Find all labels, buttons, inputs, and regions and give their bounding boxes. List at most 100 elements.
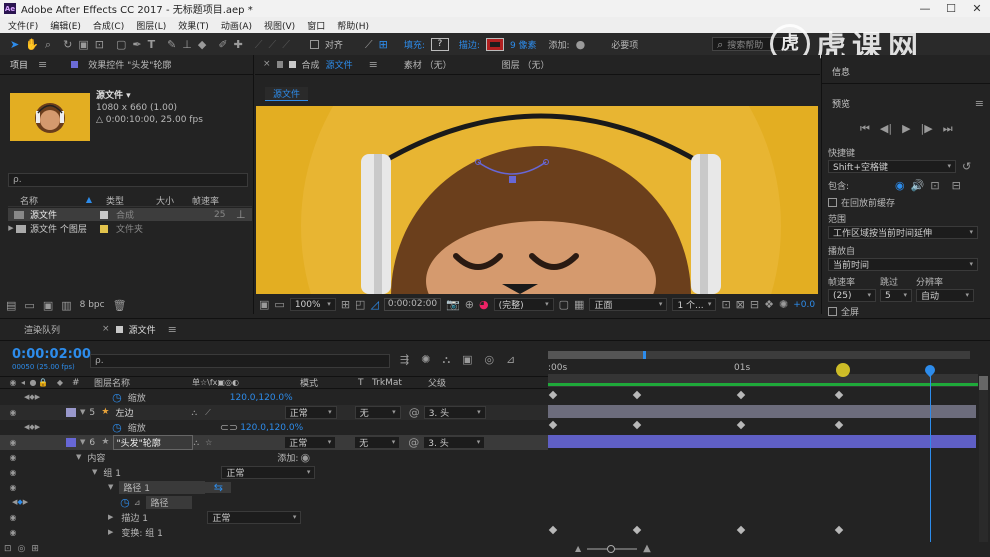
expand-arrow-icon[interactable]: ▼ xyxy=(92,469,97,476)
parent-dropdown[interactable]: 3. 头 ▾ xyxy=(423,406,486,419)
group-label[interactable]: 路径 1 xyxy=(119,481,206,494)
cache-checkbox[interactable] xyxy=(828,198,837,207)
stopwatch-icon[interactable]: ◷ xyxy=(112,422,122,433)
comp-viewer[interactable] xyxy=(256,106,818,294)
stopwatch-icon[interactable]: ◷ xyxy=(120,497,130,508)
comp-tab[interactable]: 源文件 xyxy=(326,58,353,71)
eraser-tool-icon[interactable]: ◆ xyxy=(198,39,206,50)
exposure-value[interactable]: +0.0 xyxy=(793,300,815,310)
menu-file[interactable]: 文件(F) xyxy=(8,19,38,32)
add-label[interactable]: 添加: xyxy=(549,38,570,51)
layer-switches-toggle-icon[interactable]: ⊡ xyxy=(4,544,12,554)
keyframe[interactable] xyxy=(736,390,746,400)
property-row[interactable]: ◀ ◆ ▶ ◷ ⊿ 路径 xyxy=(0,495,548,510)
timeline-timecode[interactable]: 0:00:02:00 xyxy=(12,348,91,361)
grid-icon[interactable]: ⊞ xyxy=(341,299,350,310)
group-row[interactable]: ◉ ▶ 变换: 组 1 xyxy=(0,525,548,540)
clone-stamp-tool-icon[interactable]: ⊥ xyxy=(182,39,192,50)
solo-toggle-icon[interactable]: ● xyxy=(28,378,38,387)
panel-menu-icon[interactable]: ≡ xyxy=(38,59,47,70)
keyframe[interactable] xyxy=(632,525,642,535)
include-audio-icon[interactable]: 🔊 xyxy=(911,180,925,191)
stroke-swatch[interactable] xyxy=(485,37,504,51)
brush-tool-icon[interactable]: ✎ xyxy=(167,39,176,50)
puppet-pin-tool-icon[interactable]: ✚ xyxy=(234,39,243,50)
stroke-width[interactable]: 9 像素 xyxy=(510,38,537,51)
expand-arrow-icon[interactable]: ▼ xyxy=(108,484,113,491)
close-icon[interactable]: ✕ xyxy=(964,3,990,14)
expand-arrow-icon[interactable]: ▶ xyxy=(108,529,113,536)
preview-panel-title[interactable]: 预览 xyxy=(832,97,850,110)
interpret-footage-icon[interactable]: ▤ xyxy=(6,300,16,311)
close-tab-icon[interactable]: × xyxy=(102,325,110,334)
zoom-in-mountain-icon[interactable]: ▲ xyxy=(643,544,651,554)
keyframe[interactable] xyxy=(632,420,642,430)
project-row[interactable]: ▶ 源文件 个图层 文件夹 xyxy=(8,222,252,235)
project-row[interactable]: 源文件 合成 25 ⊥ xyxy=(8,208,252,221)
group-row[interactable]: ◉ ▶ 描边 1 正常 ▾ xyxy=(0,510,548,525)
view-dropdown[interactable]: 正面 ▾ xyxy=(589,298,668,311)
zoom-dropdown[interactable]: 100% ▾ xyxy=(289,298,336,311)
keyframe[interactable] xyxy=(548,390,558,400)
graph-editor-icon[interactable]: ⊿ xyxy=(506,354,515,365)
menu-view[interactable]: 视图(V) xyxy=(264,19,295,32)
keyframe[interactable] xyxy=(548,420,558,430)
close-tab-icon[interactable]: × xyxy=(263,60,271,69)
roto-brush-tool-icon[interactable]: ✐ xyxy=(218,39,227,50)
stroke-label[interactable]: 描边: xyxy=(459,38,480,51)
scrollbar-thumb[interactable] xyxy=(979,376,988,390)
shortcut-dropdown[interactable]: Shift+空格键 ▾ xyxy=(828,160,956,173)
layer-row[interactable]: ◉ ▼ 5 ★ 左边 ⛬ ⟋ 正常 ▾ 无 ▾ @ 3. 头 ▾ xyxy=(0,405,548,420)
monitor-icon[interactable]: ▭ xyxy=(274,299,284,310)
search-help-box[interactable]: ⌕ 搜索帮助 xyxy=(712,37,797,51)
last-frame-icon[interactable]: ⏭ xyxy=(943,123,953,134)
menu-window[interactable]: 窗口 xyxy=(307,19,325,32)
fast-preview-icon[interactable]: ⊠ xyxy=(736,299,745,310)
menu-composition[interactable]: 合成(C) xyxy=(93,19,124,32)
align-checkbox-icon[interactable] xyxy=(309,39,319,49)
keyframe[interactable] xyxy=(834,390,844,400)
layer-name[interactable]: "头发"轮廓 xyxy=(113,435,194,450)
parent-pickwhip-icon[interactable]: @ xyxy=(409,407,420,418)
safe-zones-icon[interactable]: ◰ xyxy=(355,299,365,310)
zoom-tool-icon[interactable]: ⌕ xyxy=(45,39,51,50)
zoom-slider-handle[interactable] xyxy=(607,545,616,553)
snap-grid-icon[interactable]: ⊞ xyxy=(379,39,388,50)
footage-tab[interactable]: 素材 （无） xyxy=(404,58,452,71)
channel-icon[interactable]: ◕ xyxy=(479,299,489,310)
group-row[interactable]: ◉ ▼ 内容 添加: ◉ xyxy=(0,450,548,465)
layer-name-column[interactable]: 图层名称 xyxy=(94,376,192,389)
keyframe[interactable] xyxy=(736,420,746,430)
menu-edit[interactable]: 编辑(E) xyxy=(50,19,81,32)
flowchart-icon[interactable]: ⊥ xyxy=(236,209,246,220)
trkmat-dropdown[interactable]: 无 ▾ xyxy=(354,436,401,449)
snapshot-icon[interactable]: 📷 xyxy=(446,299,460,310)
add-dot-icon[interactable]: ● xyxy=(576,39,586,50)
panel-menu-icon[interactable]: ≡ xyxy=(975,98,984,109)
visibility-eye-icon[interactable]: ◉ xyxy=(8,483,18,492)
keyframe[interactable] xyxy=(632,390,642,400)
fps-dropdown[interactable]: (25) ▾ xyxy=(828,289,876,302)
reset-exposure-icon[interactable]: ✺ xyxy=(779,299,788,310)
keyframe[interactable] xyxy=(834,420,844,430)
menu-animation[interactable]: 动画(A) xyxy=(221,19,252,32)
always-preview-icon[interactable]: ▣ xyxy=(259,299,269,310)
play-from-dropdown[interactable]: 当前时间 ▾ xyxy=(828,258,978,271)
lock-toggle-icon[interactable]: 🔒 xyxy=(38,378,48,387)
expand-arrow-icon[interactable]: ▼ xyxy=(80,439,85,446)
timeline-search[interactable]: ρ. xyxy=(90,354,390,368)
property-value[interactable]: 120.0,120.0% xyxy=(240,423,303,433)
keyframe-nav-icon[interactable]: ◀◆▶ xyxy=(24,424,40,431)
draft-3d-icon[interactable]: ✺ xyxy=(421,354,430,365)
toggle-pixel-icon[interactable]: ⊡ xyxy=(721,299,730,310)
skip-dropdown[interactable]: 5 ▾ xyxy=(880,289,912,302)
flowchart-view-icon[interactable]: ❖ xyxy=(764,299,774,310)
bpc-label[interactable]: 8 bpc xyxy=(80,300,105,310)
timeline-graph[interactable]: :00s 01s xyxy=(548,349,978,542)
layer-label-swatch[interactable] xyxy=(66,408,76,417)
link-icon[interactable]: ⊂⊃ xyxy=(220,422,238,433)
fill-label[interactable]: 填充: xyxy=(404,38,425,51)
in-out-toggle-icon[interactable]: ⊞ xyxy=(31,544,39,554)
type-tool-icon[interactable]: T xyxy=(148,39,156,50)
time-ruler[interactable] xyxy=(548,374,978,387)
